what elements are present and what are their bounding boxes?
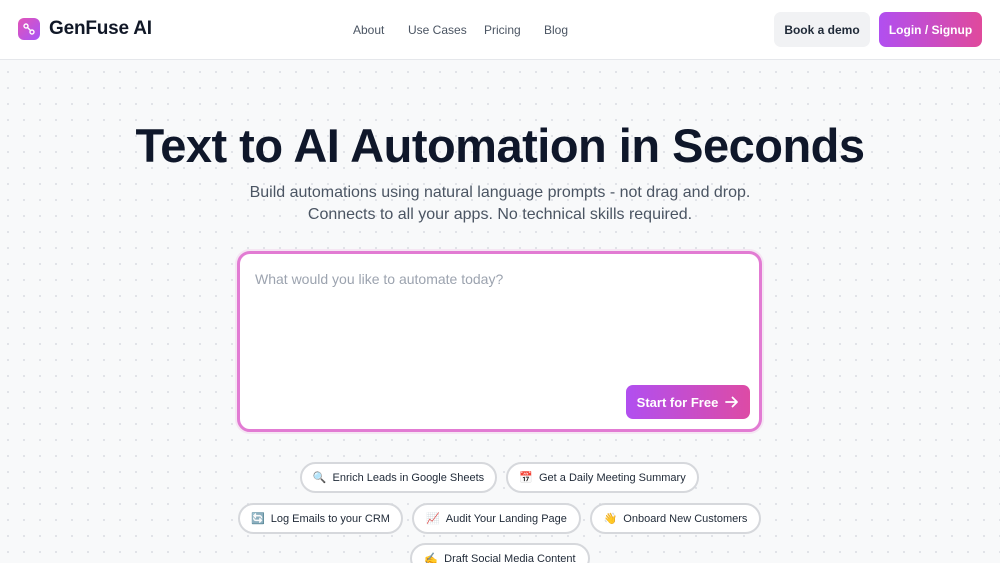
suggestion-chip-label: Enrich Leads in Google Sheets [332, 471, 485, 484]
suggestion-chip-audit-landing-page[interactable]: 📈 Audit Your Landing Page [412, 503, 581, 534]
automation-prompt-card: Start for Free [237, 251, 762, 432]
top-nav-bar: GenFuse AI About Use Cases Pricing Blog … [0, 0, 1000, 60]
brand-logo[interactable]: GenFuse AI [18, 18, 152, 40]
magnifier-icon: 🔍 [312, 471, 327, 484]
hero-title: Text to AI Automation in Seconds [135, 119, 865, 172]
sync-icon: 🔄 [251, 512, 265, 525]
suggestion-chip-label: Draft Social Media Content [444, 552, 576, 563]
nav-link-use-cases[interactable]: Use Cases [408, 23, 467, 37]
suggestion-chip-draft-social-content[interactable]: ✍️ Draft Social Media Content [410, 543, 590, 563]
automation-prompt-input[interactable] [255, 271, 745, 371]
suggestion-chip-daily-meeting-summary[interactable]: 📅 Get a Daily Meeting Summary [506, 462, 699, 493]
suggestion-chip-log-emails[interactable]: 🔄 Log Emails to your CRM [238, 503, 403, 534]
start-for-free-label: Start for Free [636, 394, 719, 410]
suggestion-chip-label: Audit Your Landing Page [445, 512, 567, 525]
chart-up-icon: 📈 [426, 512, 440, 525]
arrow-right-icon [725, 396, 739, 408]
hero-subtitle-line-1: Build automations using natural language… [249, 184, 751, 201]
nav-link-blog[interactable]: Blog [544, 23, 568, 37]
calendar-icon: 📅 [519, 471, 533, 484]
logo-icon [18, 18, 40, 40]
nav-link-pricing[interactable]: Pricing [484, 23, 521, 37]
brand-name: GenFuse AI [49, 18, 152, 39]
suggestion-chip-label: Log Emails to your CRM [270, 512, 390, 525]
book-demo-button[interactable]: Book a demo [774, 12, 870, 47]
wave-hand-icon: 👋 [603, 512, 618, 525]
writing-hand-icon: ✍️ [424, 552, 439, 563]
suggestion-chip-label: Onboard New Customers [623, 512, 748, 525]
hero-subtitle-line-2: Connects to all your apps. No technical … [307, 206, 693, 223]
suggestion-chip-label: Get a Daily Meeting Summary [538, 471, 686, 484]
suggestion-chip-enrich-leads[interactable]: 🔍 Enrich Leads in Google Sheets [300, 462, 497, 493]
start-for-free-button[interactable]: Start for Free [626, 385, 750, 419]
login-signup-button[interactable]: Login / Signup [879, 12, 982, 47]
suggestion-chip-onboard-customers[interactable]: 👋 Onboard New Customers [590, 503, 761, 534]
nav-link-about[interactable]: About [353, 23, 384, 37]
